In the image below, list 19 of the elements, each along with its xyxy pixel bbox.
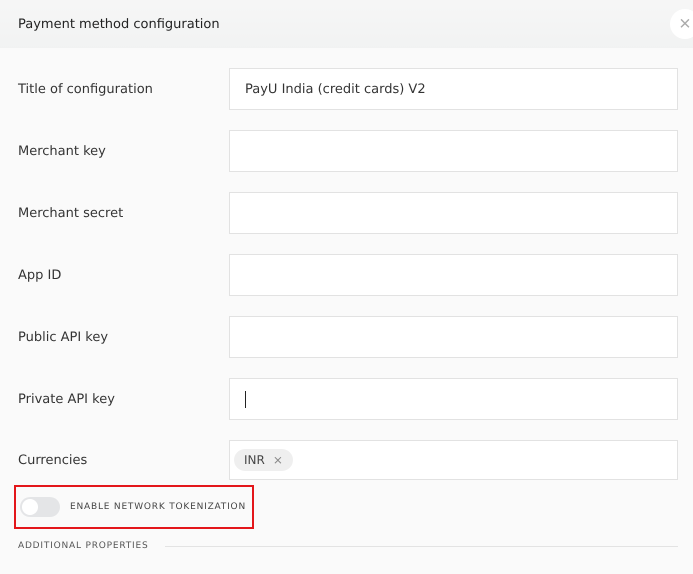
currency-field[interactable]: INR × xyxy=(229,440,678,480)
field-label: Currencies xyxy=(18,452,88,468)
field-label: Merchant key xyxy=(18,144,107,158)
dialog-title: Payment method configuration xyxy=(18,16,220,32)
field-label: Merchant secret xyxy=(18,206,124,220)
section-title: ADDITIONAL PROPERTIES xyxy=(18,541,148,551)
input-field[interactable] xyxy=(229,192,678,234)
currency-tag: INR × xyxy=(234,449,293,471)
input-field[interactable] xyxy=(229,316,678,358)
field-label: Private API key xyxy=(18,392,116,406)
toggle-label: ENABLE NETWORK TOKENIZATION xyxy=(70,502,246,512)
input-field[interactable] xyxy=(229,254,678,296)
field-label: Title of configuration xyxy=(18,82,154,96)
field-label: App ID xyxy=(18,268,62,282)
input-field[interactable] xyxy=(229,378,678,420)
input-field[interactable]: PayU India (credit cards) V2 xyxy=(229,68,678,110)
field-label: Public API key xyxy=(18,330,110,344)
input-field[interactable] xyxy=(229,130,678,172)
toggle-switch[interactable] xyxy=(20,497,60,517)
